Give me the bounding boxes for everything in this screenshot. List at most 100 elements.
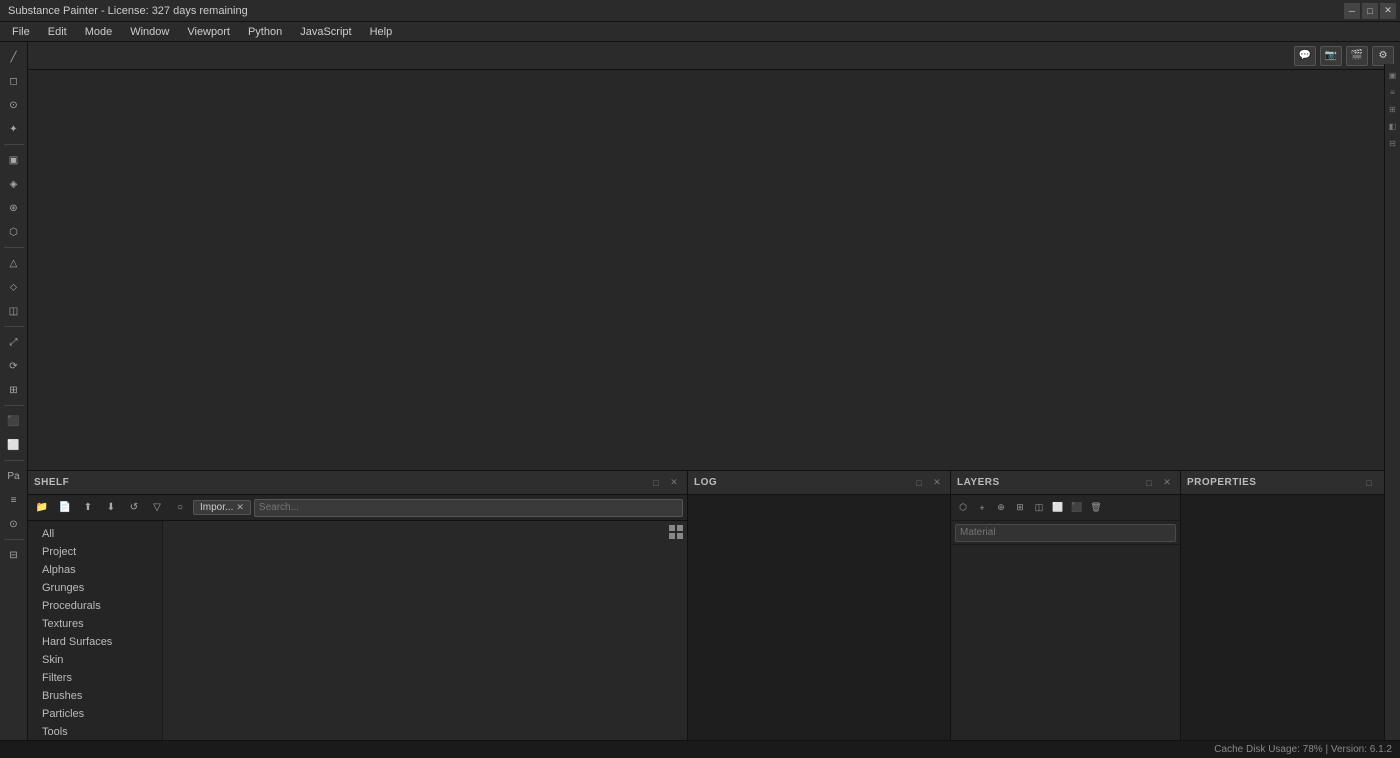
- shelf-refresh-btn[interactable]: ↺: [124, 498, 144, 518]
- shelf-close-btn[interactable]: ✕: [667, 476, 681, 490]
- shelf-nav-filters[interactable]: Filters: [28, 669, 162, 687]
- toolbar-btn-7[interactable]: ⊛: [3, 197, 25, 219]
- shelf-tag-close[interactable]: ✕: [236, 502, 244, 513]
- properties-column: PROPERTIES □ ✕: [1181, 471, 1400, 740]
- layer-tool-6[interactable]: ⬜: [1049, 499, 1067, 517]
- shelf-nav-particles[interactable]: Particles: [28, 705, 162, 723]
- shelf-filter-btn[interactable]: ▽: [147, 498, 167, 518]
- shelf-panel-header: SHELF □ ✕: [28, 471, 687, 495]
- layers-toolbar: ⬡ + ⊕ ⊞ ◫ ⬜ ⬛ 🗑: [951, 495, 1180, 521]
- toolbar-btn-10[interactable]: ⬦: [3, 276, 25, 298]
- toolbar-btn-17[interactable]: Pa: [3, 465, 25, 487]
- layer-tool-7[interactable]: ⬛: [1068, 499, 1086, 517]
- menu-edit[interactable]: Edit: [40, 24, 75, 40]
- toolbar-btn-2[interactable]: ◻: [3, 70, 25, 92]
- toolbar-btn-14[interactable]: ⊞: [3, 379, 25, 401]
- viewport-area: 💬 📷 🎬 ⚙: [28, 42, 1400, 470]
- toolbar-btn-8[interactable]: ⬡: [3, 221, 25, 243]
- left-toolbar: ╱ ◻ ⊙ ✦ ▣ ◈ ⊛ ⬡ △ ⬦ ◫ ⤢ ⟳ ⊞ ⬛ ⬜ Pa ≡ ⊙ ⊟: [0, 42, 28, 740]
- menu-javascript[interactable]: JavaScript: [292, 24, 359, 40]
- shelf-nav-grunges[interactable]: Grunges: [28, 579, 162, 597]
- shelf-nav-brushes[interactable]: Brushes: [28, 687, 162, 705]
- shelf-export-btn[interactable]: ⬆: [78, 498, 98, 518]
- title-bar: Substance Painter - License: 327 days re…: [0, 0, 1400, 22]
- layer-tool-1[interactable]: ⬡: [954, 499, 972, 517]
- toolbar-btn-6[interactable]: ◈: [3, 173, 25, 195]
- toolbar-sep-3: [4, 326, 24, 327]
- toolbar-btn-12[interactable]: ⤢: [3, 331, 25, 353]
- toolbar-btn-15[interactable]: ⬛: [3, 410, 25, 432]
- layer-tool-3[interactable]: ⊕: [992, 499, 1010, 517]
- toolbar-sep-5: [4, 460, 24, 461]
- shelf-panel: SHELF □ ✕ 📁 📄 ⬆ ⬇ ↺ ▽ ○ Impor.: [28, 471, 688, 740]
- edge-icon-4[interactable]: ◧: [1386, 119, 1400, 133]
- menu-file[interactable]: File: [4, 24, 38, 40]
- right-edge-icons: ▣ ≡ ⊞ ◧ ⊟: [1384, 64, 1400, 740]
- toolbar-btn-4[interactable]: ✦: [3, 118, 25, 140]
- toolbar-btn-18[interactable]: ≡: [3, 489, 25, 511]
- shelf-content: All Project Alphas Grunges Procedurals T…: [28, 521, 687, 740]
- vp-settings-btn[interactable]: ⚙: [1372, 46, 1394, 66]
- shelf-folder-btn[interactable]: 📁: [32, 498, 52, 518]
- toolbar-btn-3[interactable]: ⊙: [3, 94, 25, 116]
- shelf-nav-procedurals[interactable]: Procedurals: [28, 597, 162, 615]
- edge-icon-2[interactable]: ≡: [1386, 85, 1400, 99]
- main-bottom: SHELF □ ✕ 📁 📄 ⬆ ⬇ ↺ ▽ ○ Impor.: [28, 470, 1400, 740]
- shelf-grid-toggle[interactable]: [669, 525, 683, 542]
- material-input[interactable]: [955, 524, 1176, 542]
- shelf-new-btn[interactable]: 📄: [55, 498, 75, 518]
- shelf-nav-all[interactable]: All: [28, 525, 162, 543]
- toolbar-btn-11[interactable]: ◫: [3, 300, 25, 322]
- layers-maximize-btn[interactable]: □: [1142, 476, 1156, 490]
- center-right: 💬 📷 🎬 ⚙ SHELF □ ✕: [28, 42, 1400, 740]
- layers-close-btn[interactable]: ✕: [1160, 476, 1174, 490]
- menu-help[interactable]: Help: [362, 24, 401, 40]
- shelf-circle-btn[interactable]: ○: [170, 498, 190, 518]
- shelf-nav-tools[interactable]: Tools: [28, 723, 162, 740]
- shelf-search-input[interactable]: [254, 499, 683, 517]
- vp-chat-btn[interactable]: 💬: [1294, 46, 1316, 66]
- log-panel-header: LOG □ ✕: [688, 471, 950, 495]
- shelf-maximize-btn[interactable]: □: [649, 476, 663, 490]
- properties-maximize-btn[interactable]: □: [1362, 476, 1376, 490]
- vp-video-btn[interactable]: 🎬: [1346, 46, 1368, 66]
- app-container: Substance Painter - License: 327 days re…: [0, 0, 1400, 758]
- toolbar-btn-19[interactable]: ⊙: [3, 513, 25, 535]
- toolbar-btn-16[interactable]: ⬜: [3, 434, 25, 456]
- layer-tool-5[interactable]: ◫: [1030, 499, 1048, 517]
- shelf-import-btn[interactable]: ⬇: [101, 498, 121, 518]
- layer-tool-2[interactable]: +: [973, 499, 991, 517]
- log-close-btn[interactable]: ✕: [930, 476, 944, 490]
- maximize-button[interactable]: □: [1362, 3, 1378, 19]
- layer-tool-4[interactable]: ⊞: [1011, 499, 1029, 517]
- menu-window[interactable]: Window: [122, 24, 177, 40]
- toolbar-btn-5[interactable]: ▣: [3, 149, 25, 171]
- edge-icon-3[interactable]: ⊞: [1386, 102, 1400, 116]
- toolbar-sep-2: [4, 247, 24, 248]
- menu-bar: File Edit Mode Window Viewport Python Ja…: [0, 22, 1400, 42]
- layer-tool-8[interactable]: 🗑: [1087, 499, 1105, 517]
- shelf-panel-title: SHELF: [34, 477, 645, 488]
- edge-icon-1[interactable]: ▣: [1386, 68, 1400, 82]
- toolbar-btn-13[interactable]: ⟳: [3, 355, 25, 377]
- menu-viewport[interactable]: Viewport: [179, 24, 238, 40]
- menu-python[interactable]: Python: [240, 24, 290, 40]
- minimize-button[interactable]: ─: [1344, 3, 1360, 19]
- toolbar-btn-20[interactable]: ⊟: [3, 544, 25, 566]
- menu-mode[interactable]: Mode: [77, 24, 121, 40]
- toolbar-btn-9[interactable]: △: [3, 252, 25, 274]
- vp-camera-btn[interactable]: 📷: [1320, 46, 1342, 66]
- shelf-nav-hard-surfaces[interactable]: Hard Surfaces: [28, 633, 162, 651]
- canvas: [28, 70, 1400, 470]
- edge-icon-5[interactable]: ⊟: [1386, 136, 1400, 150]
- toolbar-btn-1[interactable]: ╱: [3, 46, 25, 68]
- shelf-nav-project[interactable]: Project: [28, 543, 162, 561]
- log-maximize-btn[interactable]: □: [912, 476, 926, 490]
- shelf-nav-alphas[interactable]: Alphas: [28, 561, 162, 579]
- shelf-sidebar: All Project Alphas Grunges Procedurals T…: [28, 521, 163, 740]
- shelf-nav-textures[interactable]: Textures: [28, 615, 162, 633]
- shelf-nav-skin[interactable]: Skin: [28, 651, 162, 669]
- close-button[interactable]: ✕: [1380, 3, 1396, 19]
- toolbar-sep-4: [4, 405, 24, 406]
- toolbar-sep-1: [4, 144, 24, 145]
